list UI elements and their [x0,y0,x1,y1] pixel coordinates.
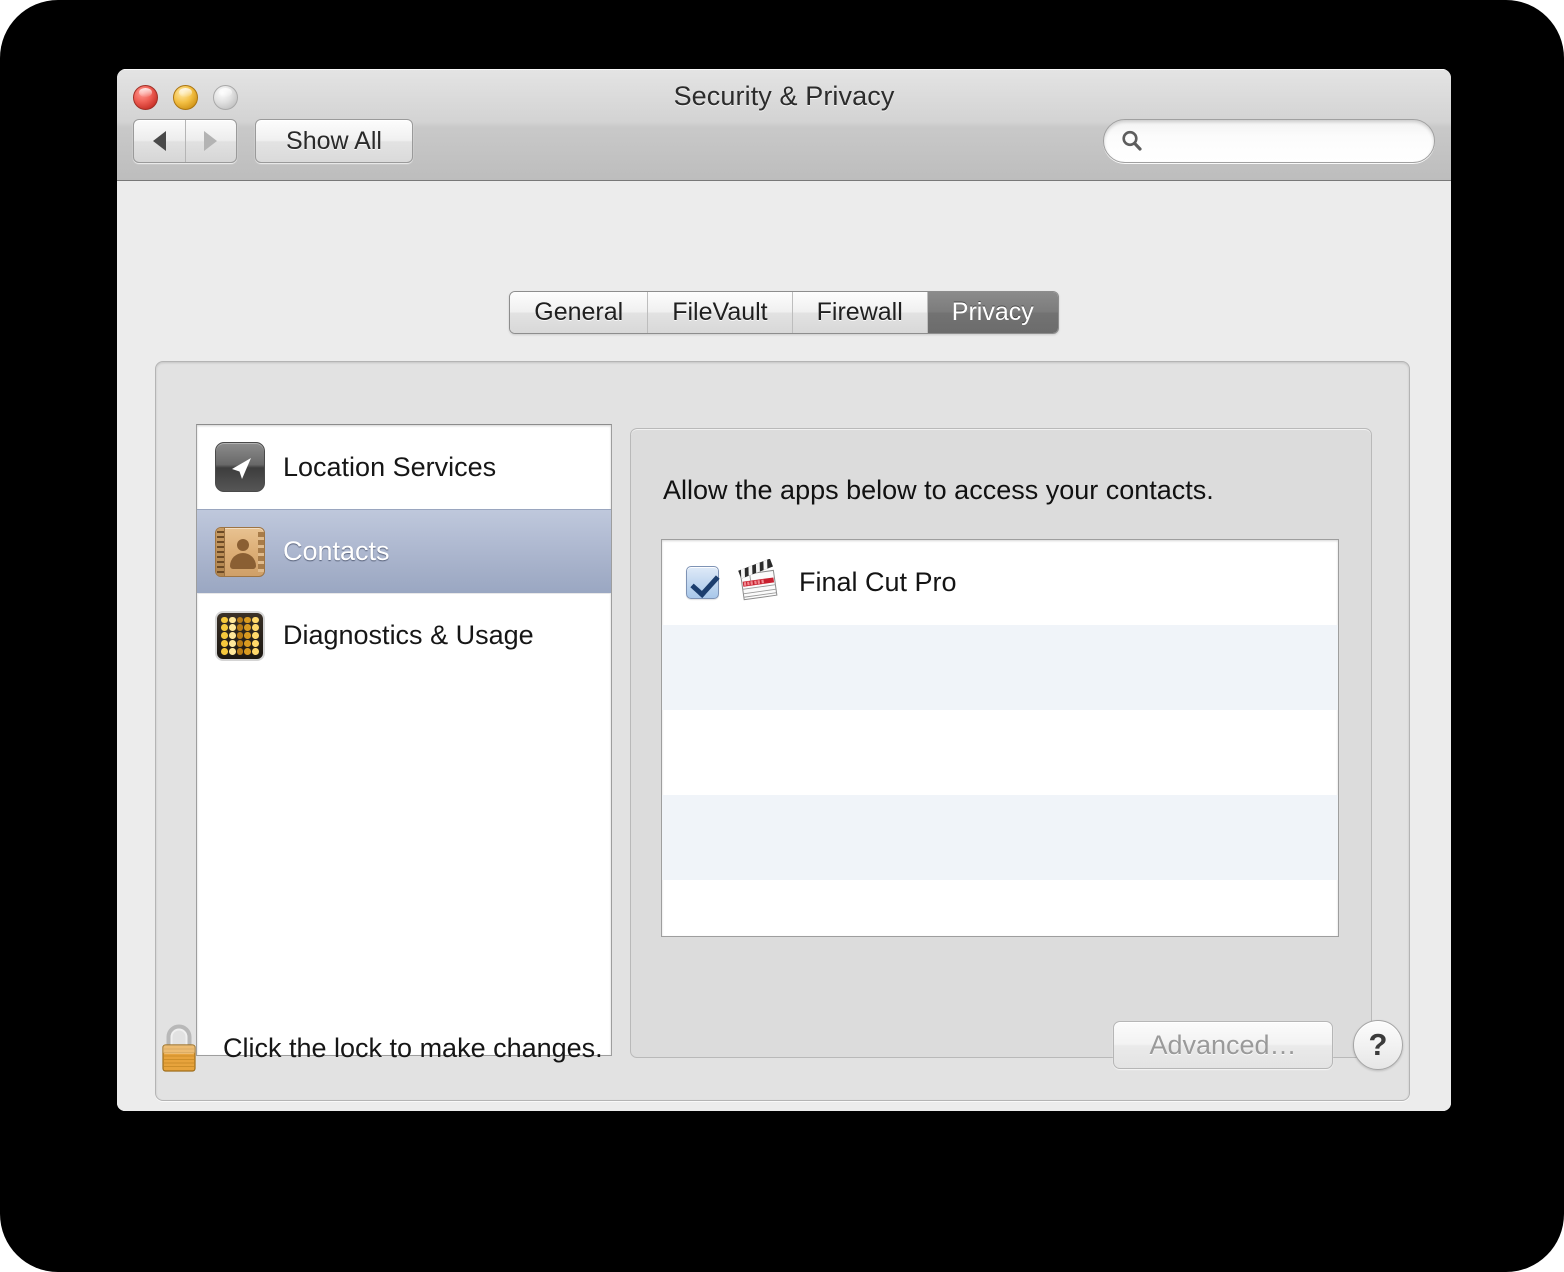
privacy-category-list[interactable]: Location Services Contacts Diagnostics &… [196,424,612,1056]
padlock-closed-icon[interactable] [155,1021,203,1075]
navigation-segmented-control[interactable] [133,119,237,163]
advanced-button-label: Advanced… [1149,1029,1297,1060]
privacy-content-box: Location Services Contacts Diagnostics &… [155,361,1410,1101]
window-body: General FileVault Firewall Privacy Locat… [117,181,1451,1111]
contacts-detail-panel: Allow the apps below to access your cont… [630,428,1372,1058]
back-button[interactable] [134,120,185,162]
tab-filevault[interactable]: FileVault [648,292,793,333]
sidebar-item-diagnostics-usage[interactable]: Diagnostics & Usage [197,593,611,677]
list-item[interactable] [662,625,1338,710]
clapperboard-icon [735,558,783,607]
window-titlebar: Security & Privacy Show All [117,69,1451,181]
tab-bar: General FileVault Firewall Privacy [117,291,1451,334]
sidebar-item-contacts[interactable]: Contacts [197,509,611,593]
help-button[interactable]: ? [1353,1020,1403,1070]
list-item[interactable] [662,880,1338,936]
tab-privacy[interactable]: Privacy [927,292,1058,333]
lock-row: Click the lock to make changes. [155,1021,603,1075]
window-title: Security & Privacy [673,81,895,111]
app-name-label: Final Cut Pro [799,567,957,597]
show-all-label: Show All [286,126,382,155]
app-allow-checkbox[interactable] [686,566,719,599]
sidebar-item-label: Diagnostics & Usage [283,620,534,650]
list-item[interactable] [662,710,1338,795]
lock-message: Click the lock to make changes. [223,1032,603,1063]
sidebar-item-location-services[interactable]: Location Services [197,425,611,509]
diagnostics-grid-icon [215,610,265,661]
tab-firewall[interactable]: Firewall [792,292,928,333]
list-item[interactable] [662,795,1338,880]
address-book-icon [215,526,265,577]
search-input[interactable] [1154,129,1434,153]
advanced-button[interactable]: Advanced… [1113,1021,1333,1069]
show-all-button[interactable]: Show All [255,119,413,163]
forward-arrow-icon [204,131,218,151]
search-field[interactable] [1103,119,1435,163]
help-button-label: ? [1368,1027,1388,1062]
detail-panel-title: Allow the apps below to access your cont… [663,475,1214,505]
search-icon [1120,129,1144,153]
list-item[interactable]: Final Cut Pro [662,540,1338,625]
back-arrow-icon [152,131,166,151]
forward-button[interactable] [184,120,237,162]
sidebar-item-label: Location Services [283,451,497,482]
security-privacy-window: Security & Privacy Show All General File… [117,69,1451,1111]
location-arrow-icon [215,442,265,492]
tab-general[interactable]: General [510,292,649,333]
allowed-apps-list[interactable]: Final Cut Pro [661,539,1339,937]
sidebar-item-label: Contacts [283,536,390,566]
